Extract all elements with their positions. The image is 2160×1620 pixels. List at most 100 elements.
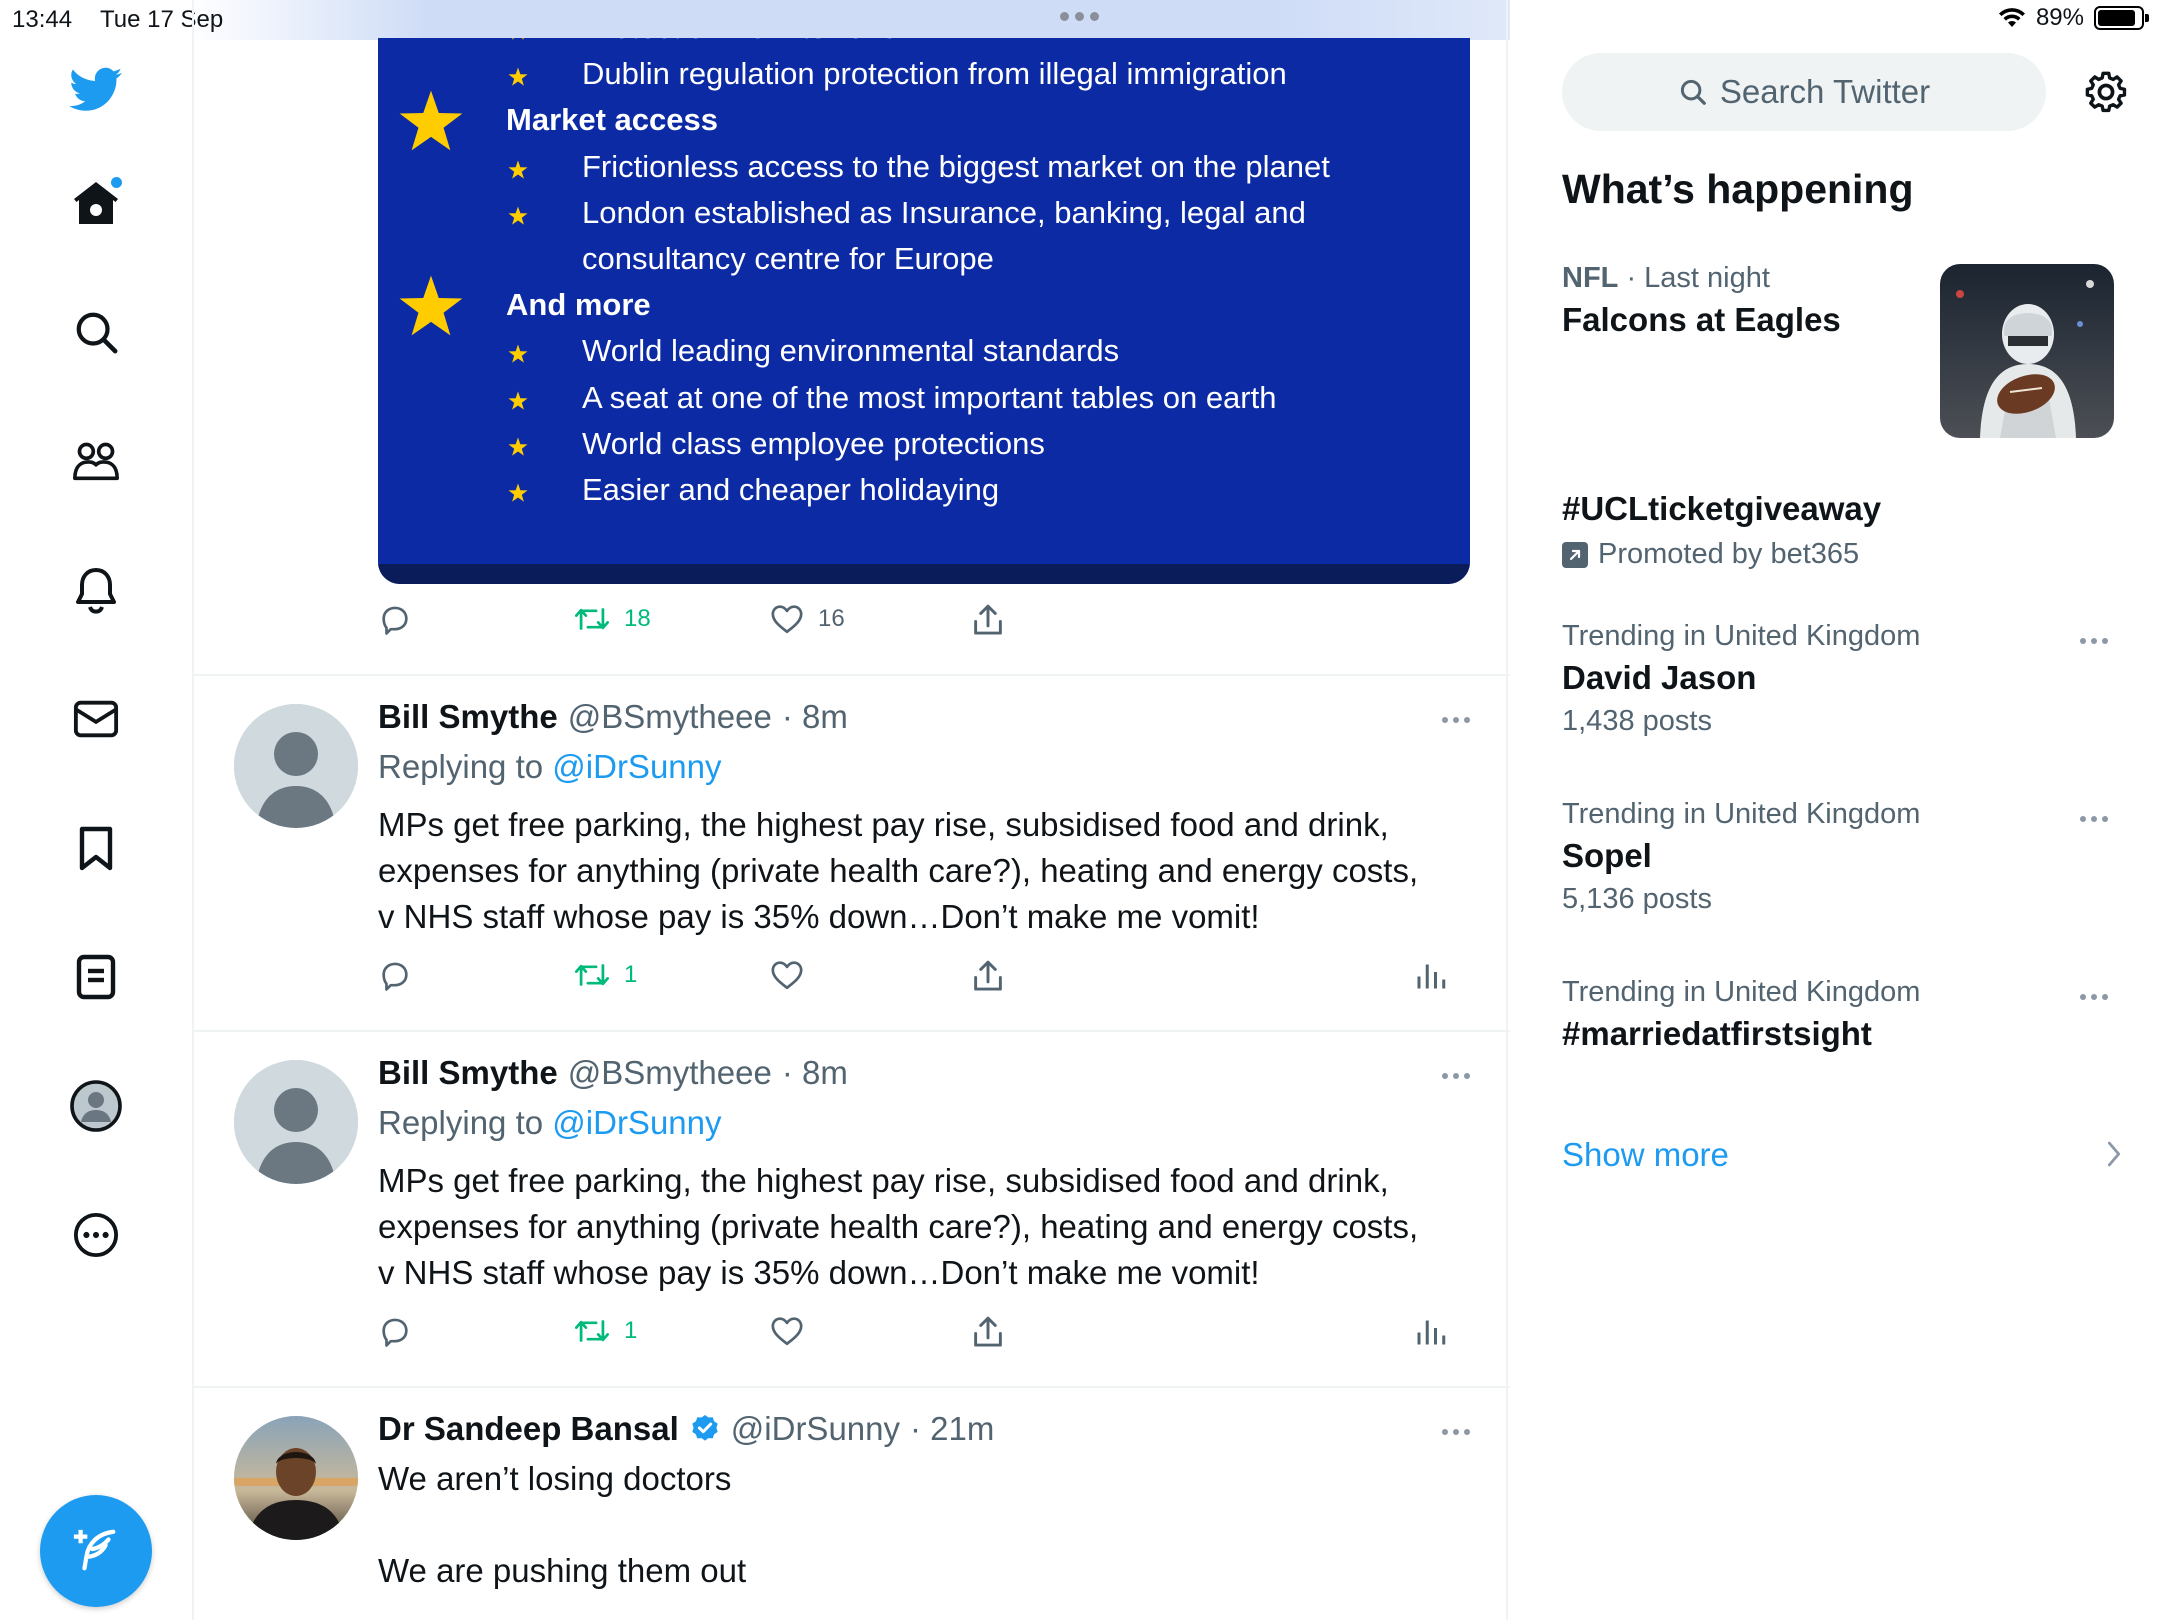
- tweet-text-line: expenses for anything (private health ca…: [378, 852, 1419, 889]
- tweet-media-image[interactable]: Protection from terrorism Dublin regulati…: [378, 38, 1470, 584]
- trend-more-button[interactable]: [2080, 816, 2108, 822]
- notifications-icon[interactable]: [66, 560, 126, 620]
- small-star-icon: [508, 344, 528, 363]
- trend-more-button[interactable]: [2080, 994, 2108, 1000]
- tweet-bill-smythe-2[interactable]: Bill Smythe @BSmytheee · 8m Replying to …: [194, 1032, 1510, 1386]
- reply-button[interactable]: [378, 1316, 412, 1348]
- tweet-text-line: expenses for anything (private health ca…: [378, 1208, 1419, 1245]
- share-button[interactable]: [972, 960, 1004, 992]
- trend-title: #UCLticketgiveaway: [1562, 490, 1882, 527]
- avatar[interactable]: [234, 704, 358, 828]
- like-button[interactable]: [770, 1316, 804, 1346]
- compose-icon: [71, 1526, 121, 1576]
- share-button[interactable]: [972, 604, 1004, 636]
- replying-to: Replying to @iDrSunny: [378, 748, 722, 786]
- home-notification-dot: [111, 177, 122, 188]
- reply-button[interactable]: [378, 604, 412, 636]
- trend-title: Sopel: [1562, 837, 1652, 874]
- trend-title: #marriedatfirstsight: [1562, 1015, 1872, 1052]
- trend-category: NFL: [1562, 262, 1619, 294]
- avatar[interactable]: [234, 1416, 358, 1540]
- media-bottom-band: [378, 564, 1470, 584]
- wifi-icon: [1998, 7, 2026, 29]
- reply-button[interactable]: [378, 960, 412, 992]
- trend-title: David Jason: [1562, 659, 1757, 696]
- show-more-label: Show more: [1562, 1136, 1729, 1173]
- replying-to-mention[interactable]: @iDrSunny: [552, 1104, 721, 1141]
- small-star-icon: [508, 483, 528, 502]
- media-list-item: World leading environmental standards: [582, 333, 1120, 369]
- battery-percent: 89%: [2035, 4, 2084, 31]
- tweet-dr-sandeep-bansal[interactable]: Dr Sandeep Bansal @iDrSunny · 21m We are…: [194, 1388, 1510, 1620]
- author-name[interactable]: Bill Smythe: [378, 698, 558, 736]
- trend-meta: Trending in United Kingdom: [1562, 976, 1921, 1008]
- trend-item[interactable]: Trending in United Kingdom #marriedatfir…: [1562, 976, 2122, 1053]
- tweet-bill-smythe-1[interactable]: Bill Smythe @BSmytheee · 8m Replying to …: [194, 676, 1510, 1030]
- retweet-button[interactable]: 18: [574, 604, 651, 634]
- small-star-icon: [508, 437, 528, 456]
- tweet-text-blank-line: [378, 1502, 1468, 1548]
- search-input[interactable]: Search Twitter: [1562, 53, 2046, 131]
- right-sidebar: Search Twitter What’s happening NFL · La…: [1510, 40, 2160, 1620]
- trend-meta: Trending in United Kingdom: [1562, 620, 1921, 652]
- media-section-heading: And more: [506, 287, 651, 323]
- whats-happening-title: What’s happening: [1562, 166, 1914, 212]
- tweet-text-line: MPs get free parking, the highest pay ri…: [378, 1162, 1389, 1199]
- bookmarks-icon[interactable]: [66, 818, 126, 878]
- retweet-button[interactable]: 1: [574, 960, 637, 990]
- communities-icon[interactable]: [66, 431, 126, 491]
- media-list-item: Frictionless access to the biggest marke…: [582, 148, 1330, 184]
- tweet-more-button[interactable]: [1442, 1429, 1470, 1435]
- author-name[interactable]: Dr Sandeep Bansal: [378, 1410, 679, 1448]
- author-name[interactable]: Bill Smythe: [378, 1054, 558, 1092]
- media-list-item: London established as Insurance, banking…: [582, 194, 1306, 230]
- eu-star-icon: [399, 91, 463, 151]
- trend-item-promoted[interactable]: #UCLticketgiveaway Promoted by bet365: [1562, 490, 2122, 571]
- tweet-text: MPs get free parking, the highest pay ri…: [378, 1158, 1468, 1296]
- trend-item[interactable]: Trending in United Kingdom David Jason 1…: [1562, 620, 2122, 738]
- replying-to: Replying to @iDrSunny: [378, 1104, 722, 1142]
- tweet-time[interactable]: · 8m: [782, 1054, 848, 1092]
- tweet-more-button[interactable]: [1442, 1073, 1470, 1079]
- analytics-icon[interactable]: [1416, 960, 1446, 990]
- more-icon[interactable]: [66, 1205, 126, 1265]
- author-handle[interactable]: @iDrSunny: [731, 1410, 900, 1448]
- trend-meta-text: · Last night: [1626, 262, 1770, 294]
- profile-icon[interactable]: [66, 1076, 126, 1136]
- compose-button[interactable]: [40, 1495, 152, 1607]
- trend-more-button[interactable]: [2080, 638, 2108, 644]
- trend-post-count: 5,136 posts: [1562, 883, 1712, 915]
- analytics-icon[interactable]: [1416, 1316, 1446, 1346]
- retweet-button[interactable]: 1: [574, 1316, 637, 1346]
- tweet-header: Bill Smythe @BSmytheee · 8m: [378, 698, 848, 736]
- show-more-link[interactable]: Show more: [1562, 1136, 2122, 1174]
- author-handle[interactable]: @BSmytheee: [568, 1054, 772, 1092]
- author-handle[interactable]: @BSmytheee: [568, 698, 772, 736]
- media-list-item: consultancy centre for Europe: [582, 241, 994, 276]
- share-button[interactable]: [972, 1316, 1004, 1348]
- trend-item[interactable]: Trending in United Kingdom Sopel 5,136 p…: [1562, 798, 2122, 916]
- tweet-more-button[interactable]: [1442, 717, 1470, 723]
- battery-icon: [2094, 6, 2149, 30]
- trend-meta: Trending in United Kingdom: [1562, 798, 1921, 830]
- settings-button[interactable]: [2080, 66, 2132, 118]
- avatar[interactable]: [234, 1060, 358, 1184]
- tweet-time[interactable]: · 21m: [910, 1410, 994, 1448]
- trend-thumbnail[interactable]: [1940, 264, 2114, 438]
- tweet-time[interactable]: · 8m: [782, 698, 848, 736]
- small-star-icon: [508, 67, 528, 86]
- retweet-count: 1: [624, 1317, 638, 1344]
- replying-label: Replying to: [378, 1104, 544, 1141]
- twitter-logo-icon[interactable]: [66, 60, 126, 120]
- like-button[interactable]: [770, 960, 804, 990]
- small-star-icon: [508, 160, 528, 179]
- tweet-text: We aren’t losing doctors We are pushing …: [378, 1456, 1468, 1594]
- like-button[interactable]: 16: [770, 604, 845, 634]
- messages-icon[interactable]: [66, 689, 126, 749]
- lists-icon[interactable]: [66, 947, 126, 1007]
- replying-to-mention[interactable]: @iDrSunny: [552, 748, 721, 785]
- explore-icon[interactable]: [66, 302, 126, 362]
- tweet-text-line: MPs get free parking, the highest pay ri…: [378, 806, 1389, 843]
- trend-post-count: 1,438 posts: [1562, 705, 1712, 737]
- home-icon[interactable]: [66, 173, 126, 233]
